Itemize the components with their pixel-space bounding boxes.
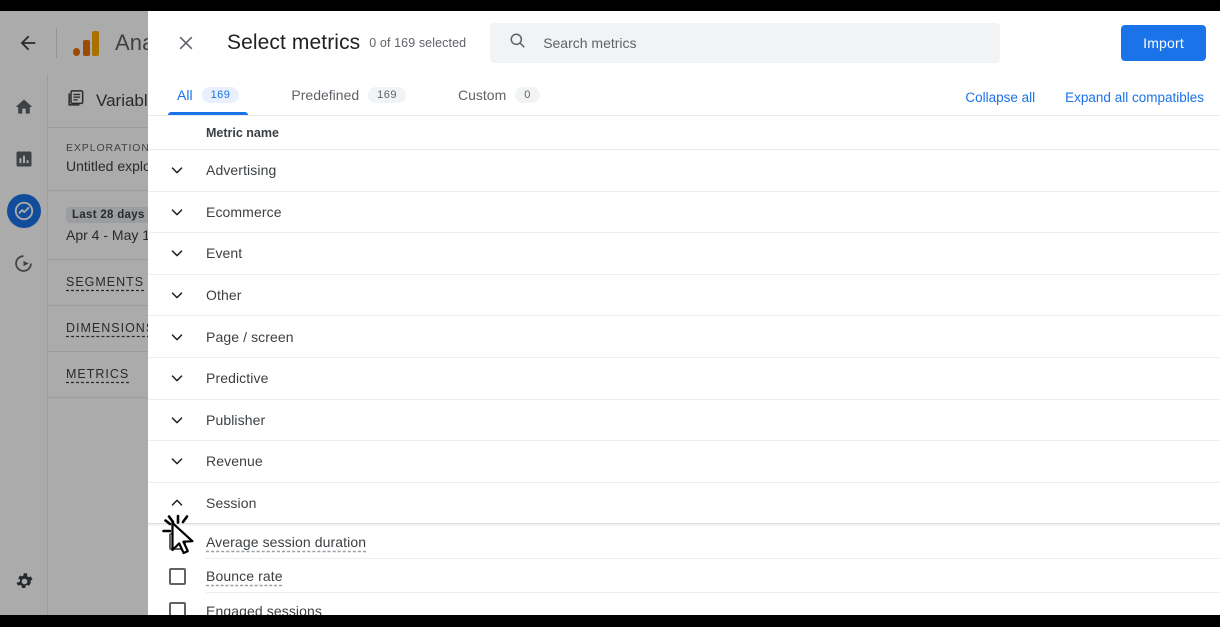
search-icon: [508, 31, 527, 55]
group-row-other[interactable]: Other: [148, 275, 1220, 317]
metric-checkbox-cell[interactable]: [148, 567, 206, 585]
dialog-tab-actions: Collapse all Expand all compatibles: [965, 90, 1204, 115]
checkbox-unchecked-icon[interactable]: [168, 602, 186, 615]
tab-predefined-label: Predefined: [291, 86, 360, 103]
metric-label: Average session duration: [206, 533, 367, 550]
checkbox-unchecked-icon[interactable]: [168, 567, 186, 585]
chevron-down-icon[interactable]: [148, 161, 206, 179]
expand-all-compatibles-link[interactable]: Expand all compatibles: [1065, 90, 1204, 105]
dialog-title: Select metrics: [227, 30, 361, 54]
group-label: Ecommerce: [206, 203, 282, 220]
collapse-all-link[interactable]: Collapse all: [965, 90, 1035, 105]
group-label: Publisher: [206, 411, 266, 428]
group-row-publisher[interactable]: Publisher: [148, 400, 1220, 442]
tab-custom[interactable]: Custom 0: [449, 74, 549, 115]
group-row-predictive[interactable]: Predictive: [148, 358, 1220, 400]
group-label: Advertising: [206, 162, 277, 179]
metric-checkbox-cell[interactable]: [148, 533, 206, 551]
tab-custom-label: Custom: [458, 86, 507, 103]
checkbox-unchecked-icon[interactable]: [168, 533, 186, 551]
chevron-down-icon[interactable]: [148, 452, 206, 470]
select-metrics-dialog: Select metrics 0 of 169 selected Import …: [148, 11, 1220, 615]
screen: Analytics Variables: [0, 0, 1220, 627]
chevron-down-icon[interactable]: [148, 369, 206, 387]
close-icon[interactable]: [168, 25, 204, 61]
selected-count: 0 of 169 selected: [369, 35, 467, 50]
import-button[interactable]: Import: [1121, 24, 1206, 61]
chevron-down-icon[interactable]: [148, 286, 206, 304]
metric-groups-list: Advertising Ecommerce Event Other Page /…: [148, 150, 1220, 615]
metric-row-engaged-sessions[interactable]: Engaged sessions: [148, 593, 1220, 615]
group-row-session[interactable]: Session: [148, 483, 1220, 525]
group-label: Session: [206, 495, 257, 512]
chevron-down-icon[interactable]: [148, 328, 206, 346]
metric-label: Bounce rate: [206, 568, 283, 585]
group-row-revenue[interactable]: Revenue: [148, 441, 1220, 483]
tab-all-label: All: [177, 86, 193, 103]
group-label: Event: [206, 245, 243, 262]
dialog-header: Select metrics 0 of 169 selected Import: [148, 11, 1220, 74]
tab-all-badge: 169: [201, 86, 240, 103]
tab-custom-badge: 0: [515, 86, 540, 103]
group-row-page-screen[interactable]: Page / screen: [148, 316, 1220, 358]
search-metrics-box[interactable]: [490, 22, 1001, 63]
group-row-ecommerce[interactable]: Ecommerce: [148, 192, 1220, 234]
chevron-up-icon[interactable]: [148, 494, 206, 512]
group-label: Revenue: [206, 453, 263, 470]
metric-row-bounce-rate[interactable]: Bounce rate: [148, 559, 1220, 594]
letterbox-top: [0, 0, 1220, 11]
chevron-down-icon[interactable]: [148, 203, 206, 221]
metric-checkbox-cell[interactable]: [148, 602, 206, 615]
search-input[interactable]: [543, 34, 1001, 51]
chevron-down-icon[interactable]: [148, 411, 206, 429]
letterbox-bottom: [0, 615, 1220, 627]
tab-all[interactable]: All 169: [168, 74, 249, 115]
tab-predefined[interactable]: Predefined 169: [282, 74, 415, 115]
group-label: Predictive: [206, 370, 269, 387]
metric-label: Engaged sessions: [206, 602, 323, 615]
group-row-advertising[interactable]: Advertising: [148, 150, 1220, 192]
group-row-event[interactable]: Event: [148, 233, 1220, 275]
chevron-down-icon[interactable]: [148, 244, 206, 262]
tab-predefined-badge: 169: [368, 86, 406, 103]
dialog-tabs: All 169 Predefined 169 Custom 0 Collapse…: [148, 74, 1220, 116]
group-label: Page / screen: [206, 328, 294, 345]
group-label: Other: [206, 287, 242, 304]
column-header-metric-name: Metric name: [148, 116, 1220, 150]
metric-row-average-session-duration[interactable]: Average session duration: [148, 524, 1220, 559]
